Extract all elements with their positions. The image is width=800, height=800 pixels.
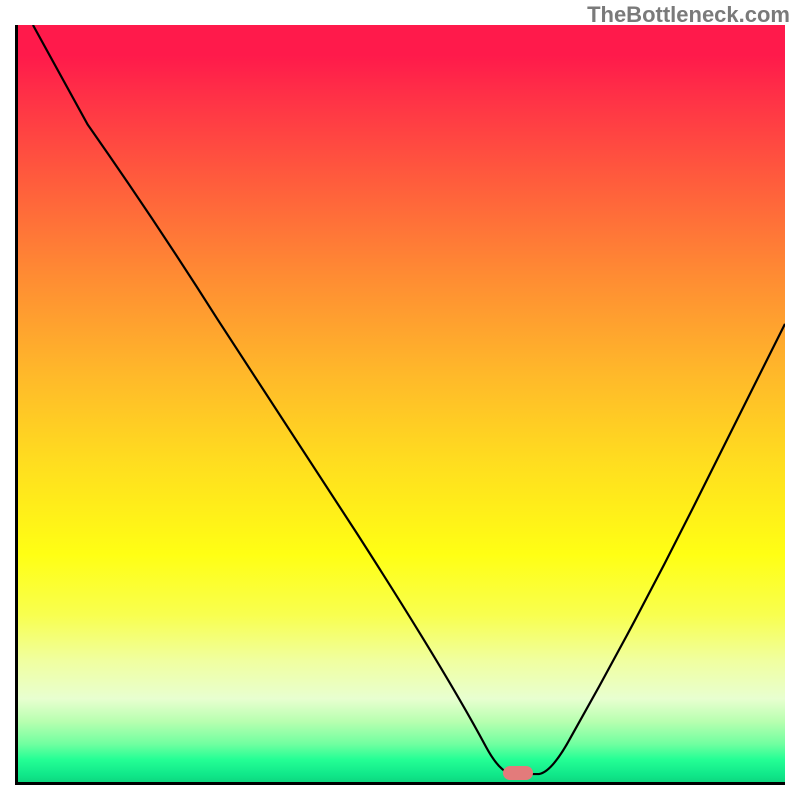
- bottleneck-curve-line: [18, 25, 785, 782]
- optimal-point-marker: [503, 766, 533, 780]
- curve-path: [33, 25, 785, 774]
- watermark-text: TheBottleneck.com: [587, 2, 790, 28]
- plot-area: [15, 25, 785, 785]
